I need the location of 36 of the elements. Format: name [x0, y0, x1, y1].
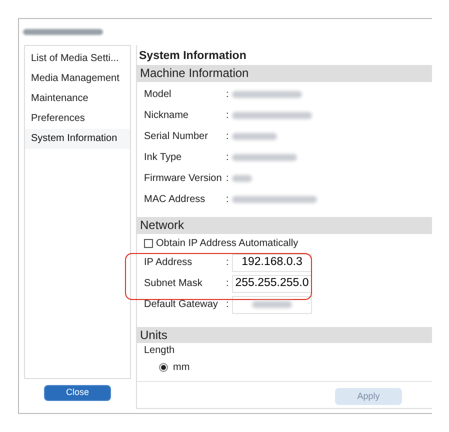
colon: : [226, 130, 230, 144]
colon: : [226, 277, 230, 291]
close-button[interactable]: Close [44, 385, 111, 401]
colon: : [226, 256, 230, 270]
field-label: Default Gateway [144, 298, 219, 312]
field-label: IP Address [144, 256, 194, 270]
input-field[interactable] [232, 296, 312, 314]
checkbox[interactable] [144, 238, 153, 248]
colon: : [226, 172, 230, 186]
input-field[interactable]: 192.168.0.3 [232, 254, 312, 272]
field-label: Serial Number [144, 130, 209, 144]
page-title: System Information [138, 49, 248, 64]
section-header: Network [137, 217, 432, 234]
section-header: Units [137, 327, 432, 343]
sidebar-item[interactable]: Preferences [25, 109, 130, 129]
checkbox-label: Obtain IP Address Automatically [156, 236, 298, 250]
field-label: Nickname [144, 109, 190, 123]
section-header: Machine Information [137, 65, 432, 82]
radio-label: mm [173, 360, 190, 374]
sidebar-item[interactable]: System Information [25, 129, 130, 149]
field-label: Model [144, 88, 172, 102]
field-label: Ink Type [144, 151, 183, 165]
sidebar-item[interactable]: Maintenance [25, 89, 130, 109]
sidebar-item[interactable]: Media Management [25, 69, 130, 89]
sidebar-item[interactable]: List of Media Setti... [25, 49, 130, 69]
colon: : [226, 193, 230, 207]
radio-button[interactable] [159, 362, 168, 372]
input-field[interactable]: 255.255.255.0 [232, 274, 312, 292]
colon: : [226, 109, 230, 123]
field-label: MAC Address [144, 193, 206, 207]
colon: : [226, 298, 230, 312]
colon: : [226, 88, 230, 102]
field-label: Subnet Mask [144, 277, 204, 291]
group-label: Length [143, 344, 176, 358]
field-label: Firmware Version [144, 172, 223, 186]
colon: : [226, 151, 230, 165]
